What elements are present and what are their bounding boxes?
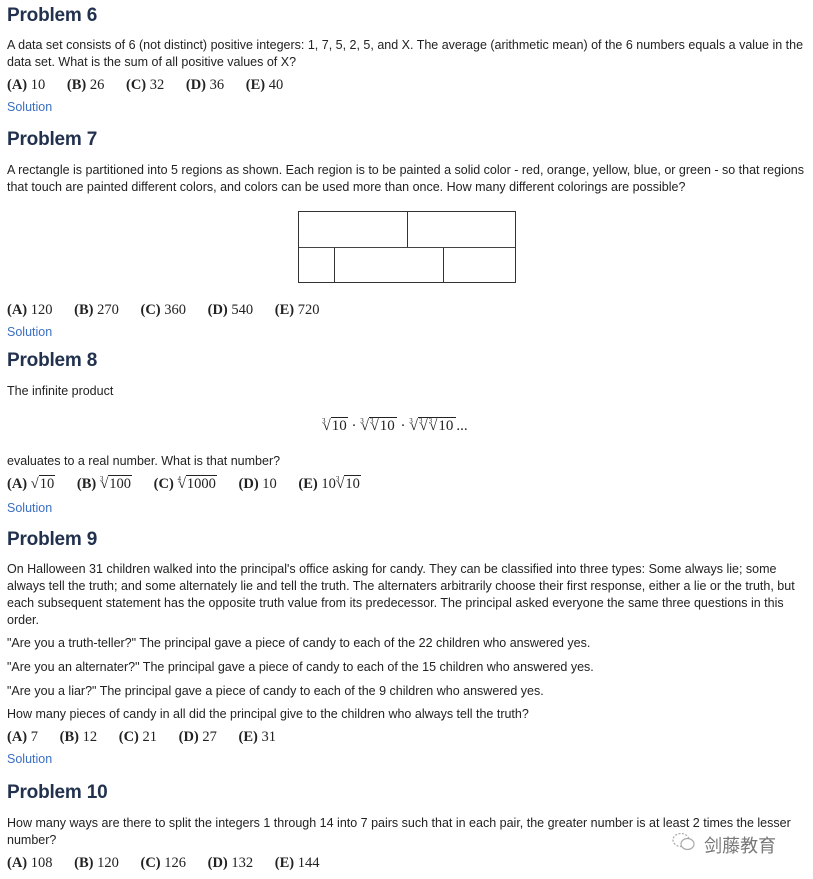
problem-7-answers: (A) 120 (B) 270 (C) 360 (D) 540 (E) 720 … (7, 296, 806, 342)
choice-b: (B) 270 (74, 302, 119, 318)
solution-link[interactable]: Solution (7, 749, 52, 769)
problem-title: Problem 9 (7, 529, 98, 550)
choice-c: (C) 4√1000 (153, 475, 217, 492)
problem-title: Problem 7 (7, 129, 98, 150)
choice-b: (B) 12 (59, 729, 98, 745)
diagram-divider (334, 248, 335, 282)
problem-question: How many pieces of candy in all did the … (7, 707, 529, 721)
wechat-icon (672, 832, 700, 856)
problem-intro: The infinite product (7, 384, 114, 398)
watermark-text: 剑藤教育 (704, 836, 777, 856)
choice-a: (A) 7 (7, 729, 39, 745)
problem-7: Problem 7 A rectangle is partitioned int… (7, 125, 806, 196)
watermark: 剑藤教育 (672, 832, 776, 858)
choice-c: (C) 32 (125, 77, 165, 93)
solution-link[interactable]: Solution (7, 322, 52, 342)
choice-b: (B) 120 (74, 855, 119, 871)
answer-choices: (A) 120 (B) 270 (C) 360 (D) 540 (E) 720 (7, 298, 806, 322)
choice-c: (C) 360 (140, 302, 186, 318)
problem-text: A data set consists of 6 (not distinct) … (7, 38, 804, 69)
choice-c: (C) 21 (118, 729, 157, 745)
choice-e: (E) 31 (238, 729, 276, 745)
problem-title: Problem 6 (7, 5, 98, 26)
choice-e: (E) 40 (245, 77, 284, 93)
choice-a: (A) 120 (7, 302, 53, 318)
choice-b: (B) 26 (66, 77, 105, 93)
answer-choices: (A) 7 (B) 12 (C) 21 (D) 27 (E) 31 (7, 725, 806, 749)
question-3: "Are you a liar?" The principal gave a p… (7, 684, 544, 698)
choice-a: (A) √10 (7, 475, 56, 492)
question-1: "Are you a truth-teller?" The principal … (7, 636, 591, 650)
choice-d: (D) 540 (207, 302, 254, 318)
problem-text: evaluates to a real number. What is that… (7, 454, 281, 468)
problem-9: Problem 9 On Halloween 31 children walke… (7, 525, 806, 769)
choice-c: (C) 126 (140, 855, 186, 871)
solution-link[interactable]: Solution (7, 498, 52, 518)
problem-text: On Halloween 31 children walked into the… (7, 562, 795, 627)
choice-b: (B) 3√100 (76, 475, 133, 492)
choice-d: (D) 132 (207, 855, 254, 871)
problem-title: Problem 10 (7, 782, 108, 803)
problem-10: Problem 10 How many ways are there to sp… (7, 778, 806, 875)
choice-d: (D) 27 (178, 729, 217, 745)
choice-a: (A) 10 (7, 77, 46, 93)
infinite-product-expression: 3√10 · 3√3√10 · 3√3√3√10... (322, 417, 468, 434)
problem-6: Problem 6 A data set consists of 6 (not … (7, 1, 806, 117)
question-2: "Are you an alternater?" The principal g… (7, 660, 594, 674)
diagram-divider (443, 248, 444, 282)
choice-e: (E) 103√10 (298, 475, 361, 492)
solution-link[interactable]: Solution (7, 97, 52, 117)
choice-a: (A) 108 (7, 855, 53, 871)
choice-d: (D) 10 (238, 476, 277, 492)
partitioned-rectangle-diagram (298, 211, 516, 283)
diagram-horizontal-divider (299, 247, 515, 248)
choice-e: (E) 720 (274, 302, 320, 318)
problem-text: A rectangle is partitioned into 5 region… (7, 163, 804, 194)
answer-choices: (A) √10 (B) 3√100 (C) 4√1000 (D) 10 (E) … (7, 472, 806, 498)
problem-8: Problem 8 The infinite product (7, 346, 806, 400)
problem-8-body: evaluates to a real number. What is that… (7, 453, 806, 518)
choice-d: (D) 36 (185, 77, 225, 93)
answer-choices: (A) 10 (B) 26 (C) 32 (D) 36 (E) 40 (7, 73, 806, 97)
choice-e: (E) 144 (274, 855, 320, 871)
diagram-divider (407, 212, 408, 247)
problem-title: Problem 8 (7, 350, 98, 371)
